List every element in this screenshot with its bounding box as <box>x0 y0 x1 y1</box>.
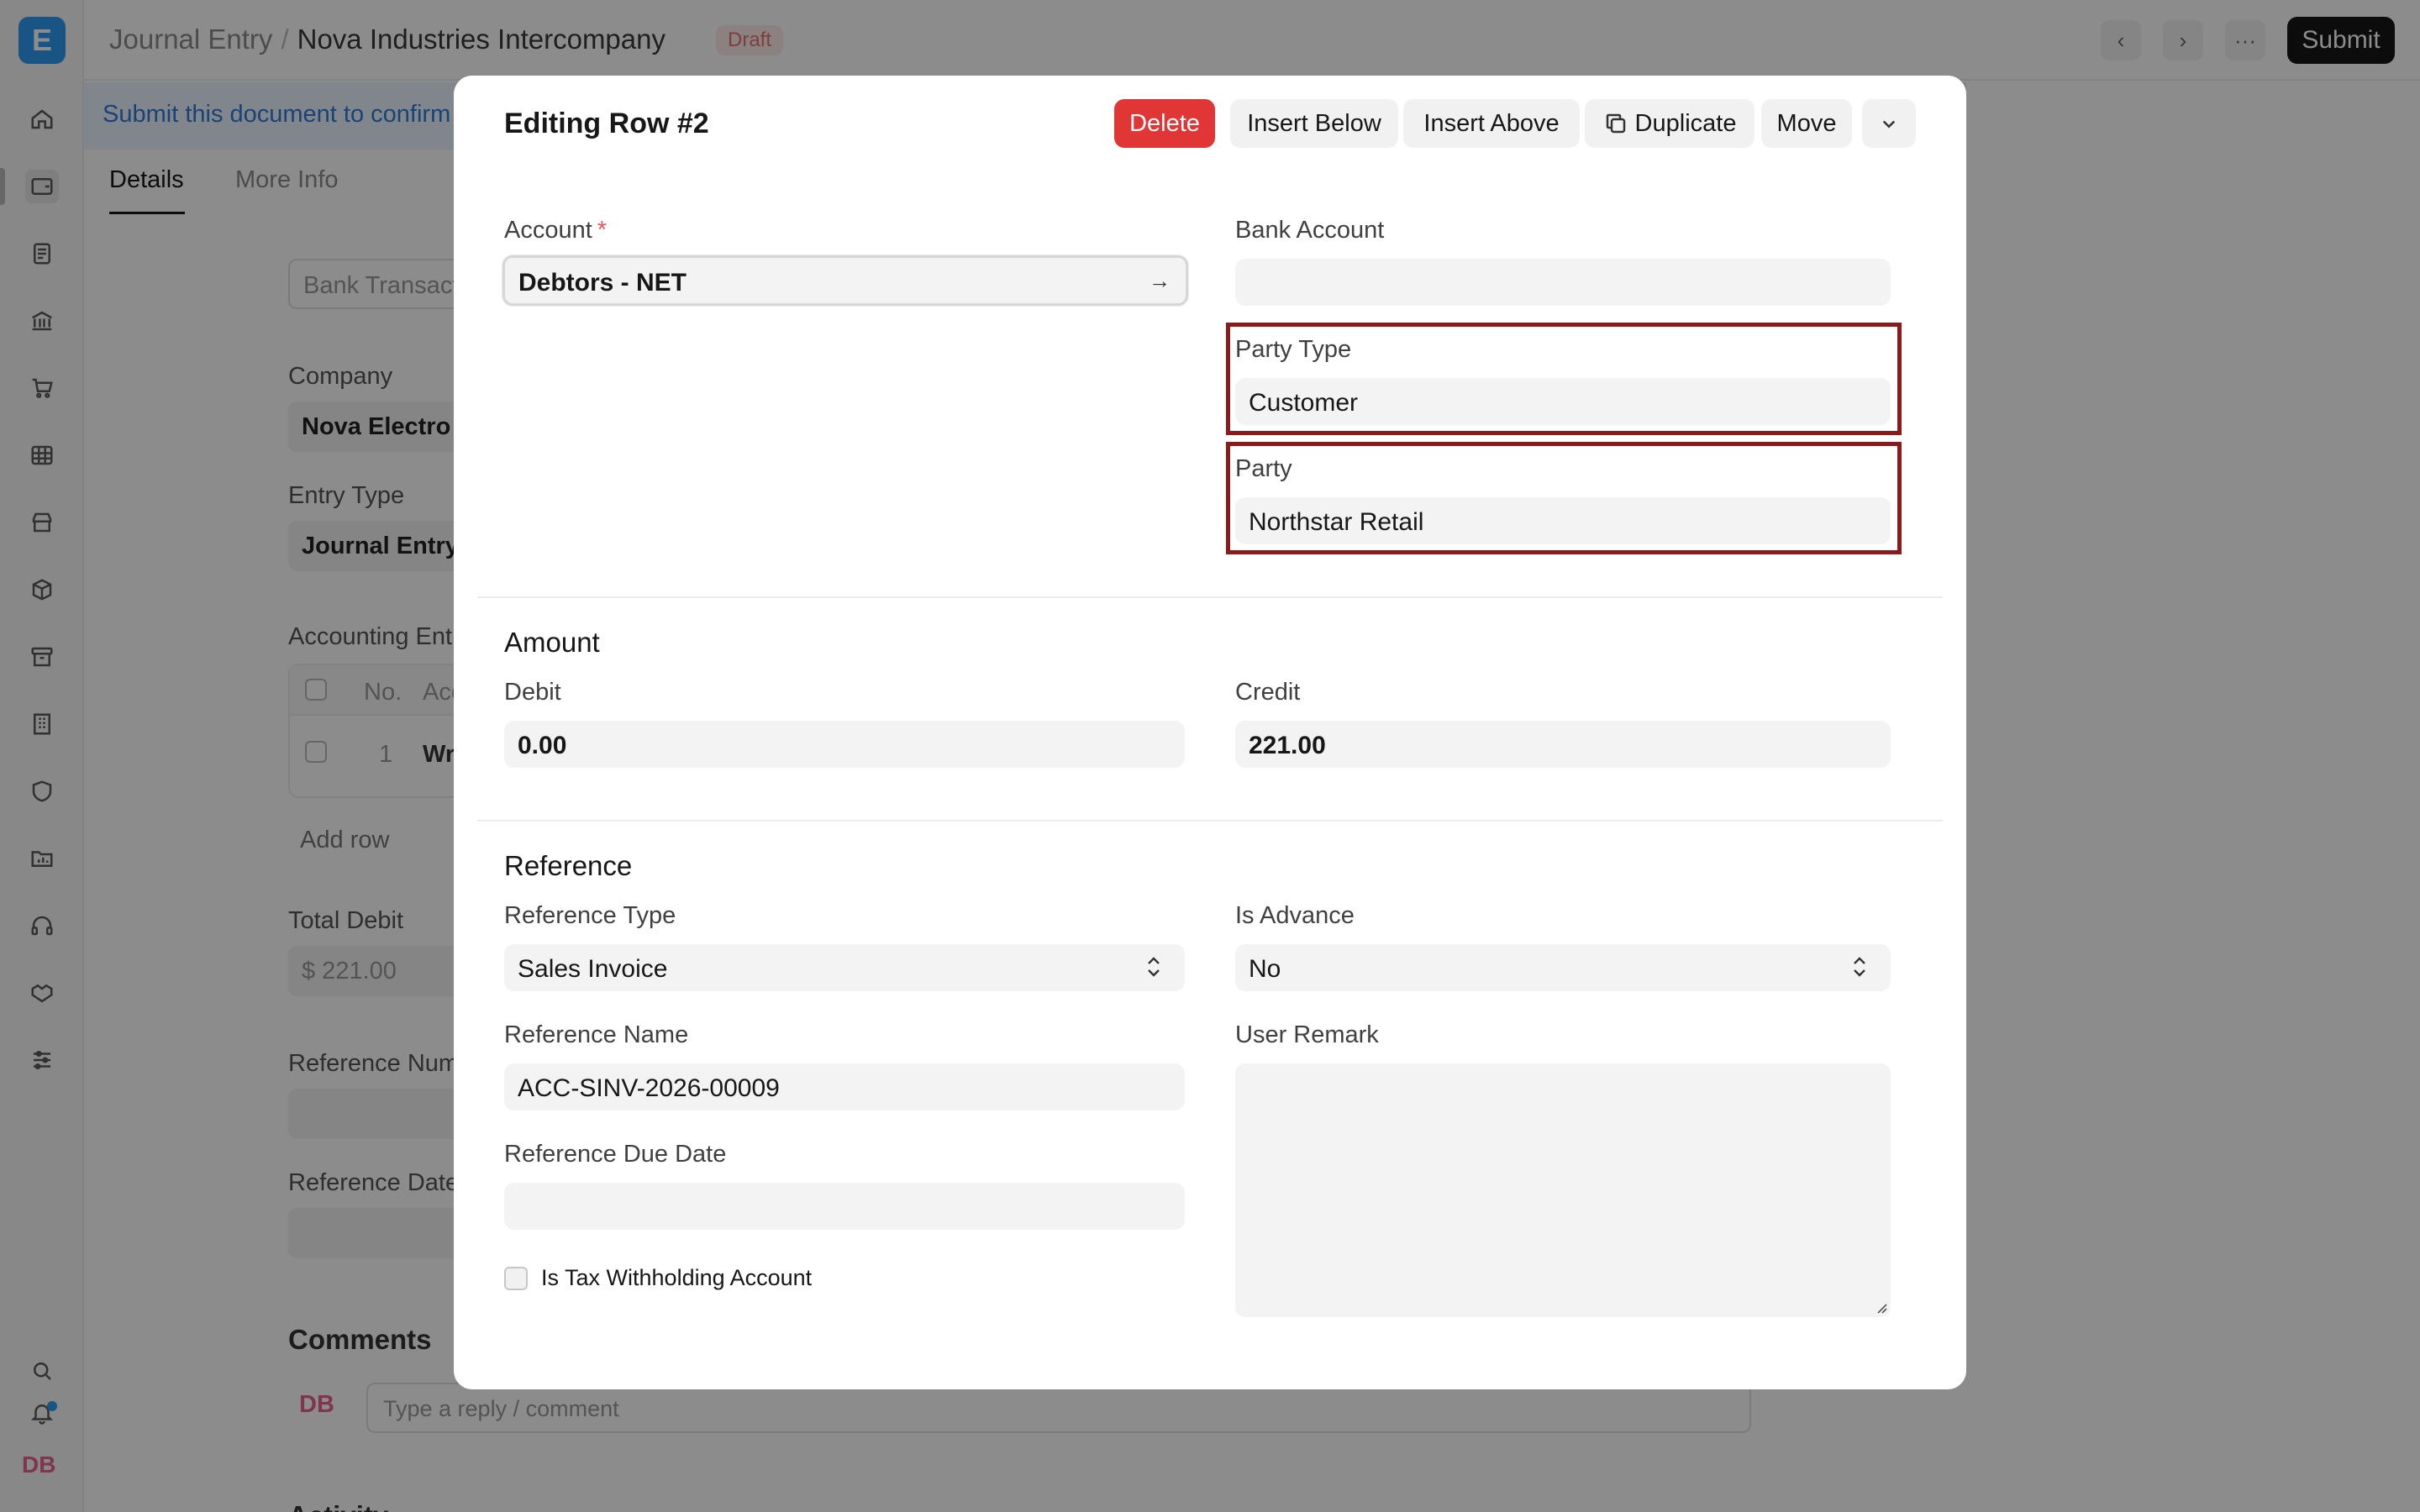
credit-field[interactable]: 221.00 <box>1235 721 1891 768</box>
account-field[interactable]: Debtors - NET → <box>502 255 1188 306</box>
section-divider <box>477 596 1943 598</box>
move-button[interactable]: Move <box>1761 99 1852 148</box>
tax-withholding-label[interactable]: Is Tax Withholding Account <box>541 1265 812 1291</box>
is-advance-select[interactable]: No <box>1235 944 1891 991</box>
more-options-button[interactable] <box>1862 99 1916 148</box>
tax-withholding-checkbox[interactable] <box>504 1267 528 1290</box>
duplicate-button[interactable]: Duplicate <box>1585 99 1754 148</box>
account-label: Account * <box>504 217 608 244</box>
bank-account-field[interactable] <box>1235 259 1891 306</box>
edit-row-dialog: Editing Row #2 Delete Insert Below Inser… <box>454 76 1966 1389</box>
reference-due-date-field[interactable] <box>504 1183 1185 1230</box>
user-remark-label: User Remark <box>1235 1021 1379 1048</box>
required-mark: * <box>597 217 608 244</box>
account-value: Debtors - NET <box>518 269 687 297</box>
resize-handle-icon[interactable] <box>1874 1300 1887 1314</box>
reference-type-label: Reference Type <box>504 902 676 929</box>
debit-field[interactable]: 0.00 <box>504 721 1185 768</box>
party-field[interactable]: Northstar Retail <box>1235 497 1891 544</box>
party-type-field[interactable]: Customer <box>1235 378 1891 425</box>
delete-button[interactable]: Delete <box>1114 99 1215 148</box>
is-advance-value: No <box>1249 955 1281 983</box>
select-updown-icon <box>1144 954 1163 979</box>
reference-due-date-label: Reference Due Date <box>504 1141 727 1168</box>
reference-type-select[interactable]: Sales Invoice <box>504 944 1185 991</box>
arrow-right-icon[interactable]: → <box>1149 268 1171 294</box>
party-label: Party <box>1235 455 1292 482</box>
party-type-label: Party Type <box>1235 336 1352 363</box>
reference-type-value: Sales Invoice <box>518 955 668 983</box>
insert-below-button[interactable]: Insert Below <box>1230 99 1398 148</box>
select-updown-icon <box>1850 954 1869 979</box>
debit-label: Debit <box>504 679 561 706</box>
section-divider <box>477 820 1943 822</box>
credit-label: Credit <box>1235 679 1301 706</box>
bank-account-label: Bank Account <box>1235 217 1385 244</box>
insert-above-button[interactable]: Insert Above <box>1403 99 1580 148</box>
duplicate-label: Duplicate <box>1634 109 1737 137</box>
reference-name-label: Reference Name <box>504 1021 689 1048</box>
user-remark-textarea[interactable] <box>1235 1063 1891 1317</box>
amount-section-title: Amount <box>504 627 600 658</box>
reference-name-field[interactable]: ACC-SINV-2026-00009 <box>504 1063 1185 1110</box>
chevron-down-icon <box>1882 120 1896 129</box>
is-advance-label: Is Advance <box>1235 902 1355 929</box>
copy-icon <box>1606 113 1625 134</box>
dialog-title: Editing Row #2 <box>504 108 709 139</box>
reference-section-title: Reference <box>504 850 633 881</box>
